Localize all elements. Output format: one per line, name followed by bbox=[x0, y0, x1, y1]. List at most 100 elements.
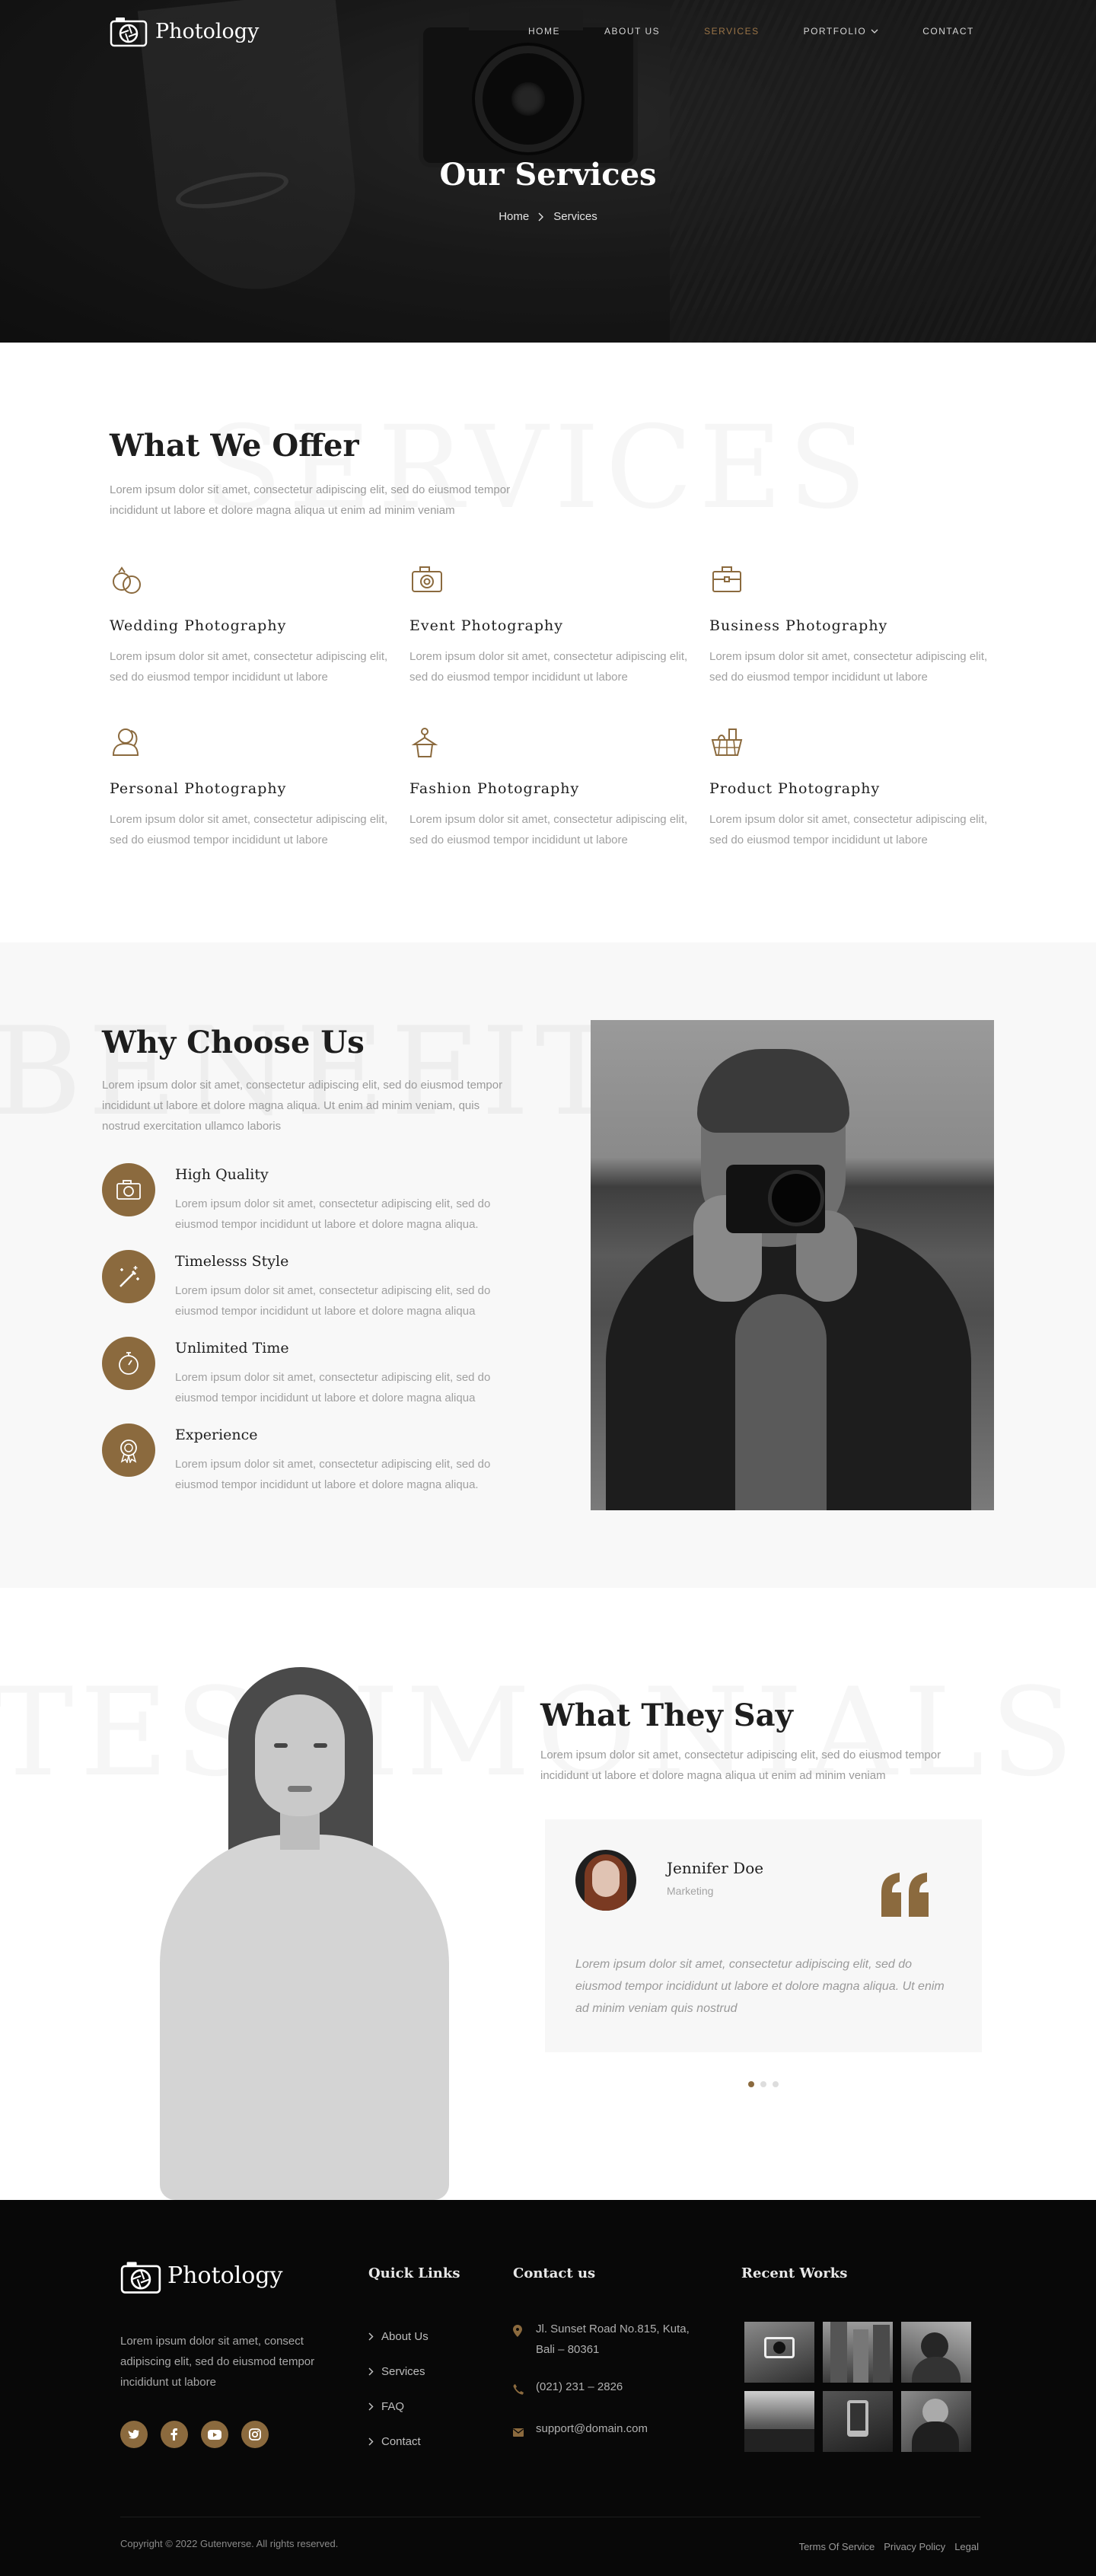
legal-links: Terms Of Service Privacy Policy Legal bbox=[799, 2541, 979, 2552]
testimonial-quote: Lorem ipsum dolor sit amet, consectetur … bbox=[575, 1958, 945, 2015]
carousel-dot-3[interactable] bbox=[773, 2081, 779, 2087]
recent-work-thumbnail[interactable] bbox=[744, 2322, 814, 2383]
youtube-icon[interactable] bbox=[201, 2421, 228, 2448]
services-title: What We Offer bbox=[110, 428, 359, 464]
quick-link-contact[interactable]: Contact bbox=[368, 2424, 429, 2459]
feature-title: Timelesss Style bbox=[175, 1253, 289, 1270]
quick-link-faq[interactable]: FAQ bbox=[368, 2389, 429, 2424]
benefits-section: BENEFITS Why Choose Us Lorem ipsum dolor… bbox=[0, 942, 1096, 1588]
footer-logo-text: Photology bbox=[167, 2262, 283, 2289]
contact-email-text: support@domain.com bbox=[536, 2422, 648, 2435]
contact-info: Jl. Sunset Road No.815, Kuta, Bali – 803… bbox=[513, 2319, 711, 2460]
camera-icon bbox=[412, 566, 442, 592]
nav-item-label: ABOUT US bbox=[604, 26, 661, 37]
facebook-icon[interactable] bbox=[161, 2421, 188, 2448]
feature-experience: Experience Lorem ipsum dolor sit amet, co… bbox=[102, 1423, 528, 1495]
contact-phone[interactable]: (021) 231 – 2826 bbox=[513, 2377, 711, 2402]
feature-title: High Quality bbox=[175, 1166, 269, 1183]
chevron-down-icon bbox=[871, 29, 878, 33]
benefits-description: Lorem ipsum dolor sit amet, consectetur … bbox=[102, 1079, 503, 1133]
testimonial-author-name: Jennifer Doe bbox=[667, 1859, 764, 1877]
nav-item-services[interactable]: SERVICES bbox=[704, 26, 759, 37]
nav-item-contact[interactable]: CONTACT bbox=[922, 26, 974, 37]
quick-link-label: Services bbox=[381, 2364, 425, 2378]
service-card-product: Product Photography Lorem ipsum dolor si… bbox=[709, 725, 991, 850]
recent-works-title: Recent Works bbox=[741, 2265, 848, 2281]
carousel-dot-2[interactable] bbox=[760, 2081, 766, 2087]
terms-of-service-link[interactable]: Terms Of Service bbox=[799, 2541, 875, 2552]
carousel-dots bbox=[748, 2081, 779, 2087]
privacy-policy-link[interactable]: Privacy Policy bbox=[884, 2541, 945, 2552]
twitter-icon[interactable] bbox=[120, 2421, 148, 2448]
footer-logo[interactable]: Photology bbox=[120, 2259, 283, 2294]
social-links bbox=[120, 2421, 269, 2448]
service-card-business: Business Photography Lorem ipsum dolor s… bbox=[709, 562, 991, 687]
quick-links-list: About Us Services FAQ Contact bbox=[368, 2319, 429, 2459]
benefits-title: Why Choose Us bbox=[102, 1025, 365, 1060]
site-footer: Photology Lorem ipsum dolor sit amet, co… bbox=[0, 2200, 1096, 2576]
nav-item-about-us[interactable]: ABOUT US bbox=[604, 26, 660, 37]
recent-work-thumbnail[interactable] bbox=[823, 2391, 893, 2452]
carousel-dot-1[interactable] bbox=[748, 2081, 754, 2087]
avatar bbox=[575, 1850, 636, 1911]
service-title: Event Photography bbox=[409, 617, 563, 634]
instagram-icon[interactable] bbox=[241, 2421, 269, 2448]
contact-address: Jl. Sunset Road No.815, Kuta, Bali – 803… bbox=[513, 2319, 711, 2360]
nav-item-label: SERVICES bbox=[704, 26, 760, 37]
chevron-right-icon bbox=[368, 2437, 374, 2446]
quick-link-services[interactable]: Services bbox=[368, 2354, 429, 2389]
chevron-right-icon bbox=[538, 212, 544, 221]
quick-link-label: FAQ bbox=[381, 2399, 405, 2413]
recent-work-thumbnail[interactable] bbox=[901, 2322, 971, 2383]
magic-wand-icon bbox=[102, 1250, 155, 1303]
testimonials-title: What They Say bbox=[540, 1698, 793, 1733]
service-title: Product Photography bbox=[709, 780, 881, 797]
service-card-fashion: Fashion Photography Lorem ipsum dolor si… bbox=[409, 725, 691, 850]
testimonial-card: Jennifer Doe Marketing Lorem ipsum dolor… bbox=[545, 1819, 982, 2052]
nav-item-portfolio[interactable]: PORTFOLIO bbox=[804, 26, 879, 37]
recent-work-thumbnail[interactable] bbox=[901, 2391, 971, 2452]
chevron-right-icon bbox=[368, 2402, 374, 2411]
service-text: Lorem ipsum dolor sit amet, consectetur … bbox=[110, 650, 388, 684]
quick-link-about-us[interactable]: About Us bbox=[368, 2319, 429, 2354]
camera-aperture-icon bbox=[120, 2259, 161, 2294]
service-text: Lorem ipsum dolor sit amet, consectetur … bbox=[409, 650, 688, 684]
nav-item-label: PORTFOLIO bbox=[803, 26, 867, 37]
service-text: Lorem ipsum dolor sit amet, consectetur … bbox=[409, 813, 688, 846]
quick-links-title: Quick Links bbox=[368, 2265, 460, 2281]
services-description: Lorem ipsum dolor sit amet, consectetur … bbox=[110, 483, 511, 517]
feature-text: Lorem ipsum dolor sit amet, consectetur … bbox=[175, 1197, 491, 1231]
recent-work-thumbnail[interactable] bbox=[744, 2391, 814, 2452]
testimonial-author-role: Marketing bbox=[667, 1885, 714, 1897]
feature-high-quality: High Quality Lorem ipsum dolor sit amet, … bbox=[102, 1163, 528, 1235]
map-pin-icon bbox=[513, 2319, 525, 2360]
site-logo[interactable]: Photology bbox=[110, 15, 259, 47]
testimonials-description: Lorem ipsum dolor sit amet, consectetur … bbox=[540, 1749, 941, 1782]
service-title: Personal Photography bbox=[110, 780, 287, 797]
service-text: Lorem ipsum dolor sit amet, consectetur … bbox=[709, 813, 988, 846]
service-text: Lorem ipsum dolor sit amet, consectetur … bbox=[110, 813, 388, 846]
service-card-wedding: Wedding Photography Lorem ipsum dolor si… bbox=[110, 562, 391, 687]
basket-icon bbox=[711, 728, 743, 756]
contact-title: Contact us bbox=[513, 2265, 596, 2281]
person-icon bbox=[112, 728, 139, 756]
service-title: Business Photography bbox=[709, 617, 888, 634]
contact-email[interactable]: support@domain.com bbox=[513, 2418, 711, 2444]
quote-icon bbox=[881, 1873, 929, 1917]
briefcase-icon bbox=[712, 566, 741, 592]
breadcrumb-home-link[interactable]: Home bbox=[499, 210, 529, 223]
feature-title: Experience bbox=[175, 1427, 258, 1443]
photo-camera-icon bbox=[102, 1163, 155, 1216]
feature-text: Lorem ipsum dolor sit amet, consectetur … bbox=[175, 1371, 491, 1404]
phone-icon bbox=[513, 2377, 525, 2402]
breadcrumb-current: Services bbox=[553, 210, 597, 223]
chevron-right-icon bbox=[368, 2332, 374, 2341]
quick-link-label: About Us bbox=[381, 2329, 429, 2343]
feature-text: Lorem ipsum dolor sit amet, consectetur … bbox=[175, 1284, 491, 1318]
service-title: Fashion Photography bbox=[409, 780, 580, 797]
legal-link[interactable]: Legal bbox=[954, 2541, 979, 2552]
camera-aperture-icon bbox=[110, 15, 148, 47]
nav-item-label: HOME bbox=[528, 26, 560, 37]
recent-work-thumbnail[interactable] bbox=[823, 2322, 893, 2383]
nav-item-home[interactable]: HOME bbox=[528, 26, 560, 37]
